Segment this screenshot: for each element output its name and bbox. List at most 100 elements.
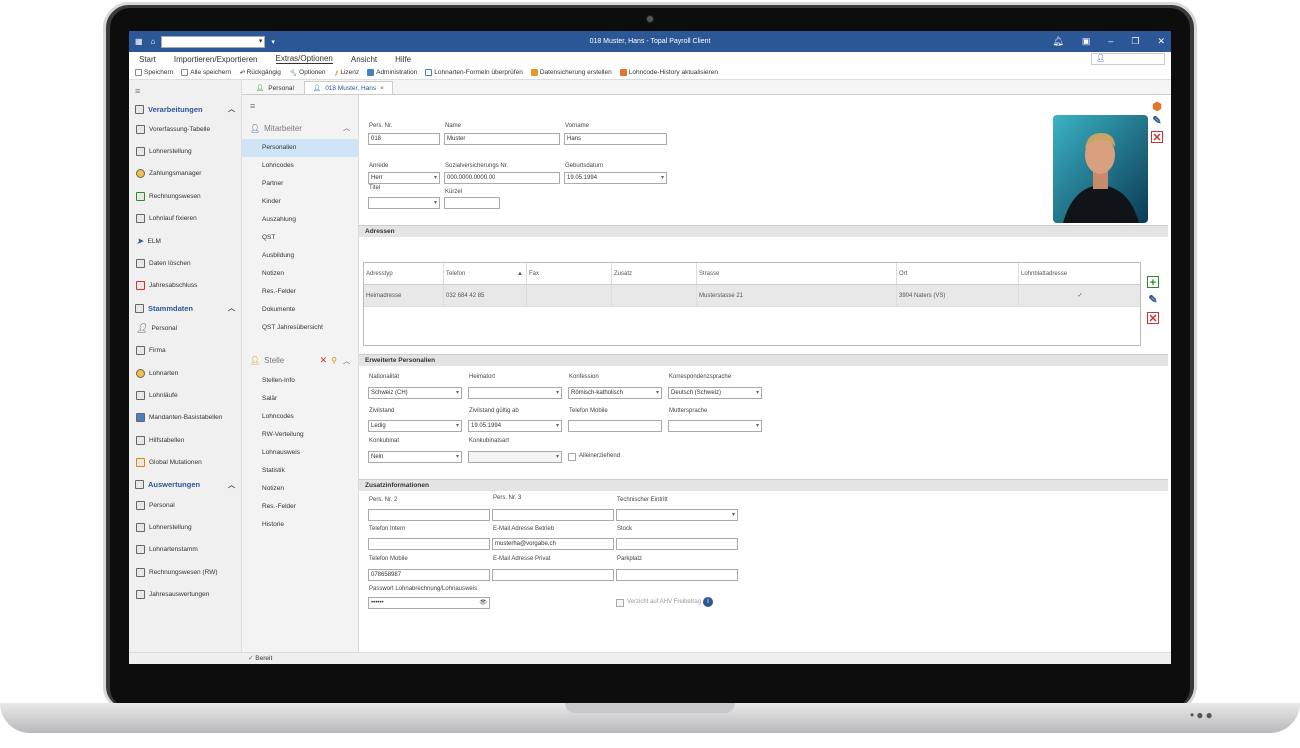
zivilstand-select[interactable]: Ledig <box>368 420 462 432</box>
nav-menu-icon[interactable]: ≡ <box>129 84 241 98</box>
nav-group-verarbeitungen[interactable]: Verarbeitungen ︿ <box>129 98 241 118</box>
nav-item-rechnungswesen[interactable]: Rechnungswesen <box>129 185 241 207</box>
lohncode-history-button[interactable]: Lohncode-History aktualisieren <box>619 69 718 76</box>
nav-item-report-lohnartenstamm[interactable]: Lohnartenstamm <box>129 539 241 561</box>
kuerzel-field[interactable] <box>444 197 500 209</box>
menu-ansicht[interactable]: Ansicht <box>351 55 377 64</box>
administration-button[interactable]: Administration <box>367 69 417 76</box>
group-mitarbeiter[interactable]: 👤︎ Mitarbeiter ︿ <box>242 113 358 139</box>
sub-item-qst[interactable]: QST <box>242 229 358 247</box>
sub-item-stelle-res-felder[interactable]: Res.-Felder <box>242 498 358 516</box>
menu-start[interactable]: Start <box>139 55 156 64</box>
anrede-select[interactable]: Herr <box>368 172 440 184</box>
nav-item-firma[interactable]: Firma <box>129 340 241 362</box>
pers-nr-field[interactable]: 018 <box>368 133 440 145</box>
nav-group-stammdaten[interactable]: Stammdaten ︿ <box>129 297 241 317</box>
sub-item-historie[interactable]: Historie <box>242 516 358 534</box>
photo-camera-icon[interactable]: ⬢ <box>1151 101 1163 113</box>
eye-icon[interactable]: 👁︎ <box>479 598 487 608</box>
email-betrieb-field[interactable]: musterha@vorgabe.ch <box>492 538 614 550</box>
menu-import-export[interactable]: Importieren/Exportieren <box>174 55 258 64</box>
edit-address-icon[interactable]: ✎ <box>1147 294 1159 306</box>
vorname-field[interactable]: Hans <box>564 133 667 145</box>
parkplatz-field[interactable] <box>616 569 738 581</box>
nav-item-lohnlaeufe[interactable]: Lohnläufe <box>129 384 241 406</box>
save-button[interactable]: Speichern <box>135 69 173 76</box>
maximize-icon[interactable]: ❐ <box>1131 36 1139 47</box>
nav-item-personal[interactable]: 👤︎ Personal <box>129 317 241 339</box>
mobile-field[interactable]: 078658987 <box>368 569 490 581</box>
konfession-select[interactable]: Römisch-katholisch <box>568 387 662 399</box>
nav-group-auswertungen[interactable]: Auswertungen ︿ <box>129 474 241 494</box>
sub-item-lohnausweis[interactable]: Lohnausweis <box>242 444 358 462</box>
nav-item-jahresabschluss[interactable]: Jahresabschluss <box>129 275 241 297</box>
col-fax[interactable]: Fax <box>527 263 612 284</box>
sv-field[interactable]: 000.0000.0000.00 <box>444 172 560 184</box>
nav-item-global-mutationen[interactable]: Global Mutationen <box>129 451 241 473</box>
konkubinatsart-select[interactable] <box>468 451 562 463</box>
sub-item-notizen[interactable]: Notizen <box>242 265 358 283</box>
zivilstand-ab-field[interactable]: 19.05.1994 <box>468 420 562 432</box>
nav-item-lohnlauf-fixieren[interactable]: Lohnlauf fixieren <box>129 208 241 230</box>
sub-item-kinder[interactable]: Kinder <box>242 193 358 211</box>
minimize-icon[interactable]: – <box>1108 36 1113 47</box>
pers-nr-3-field[interactable] <box>492 509 614 521</box>
technischer-eintritt-field[interactable] <box>616 509 738 521</box>
cell-lohnblattadresse-checkbox[interactable]: ✓ <box>1019 285 1139 306</box>
nav-item-report-lohnerstellung[interactable]: Lohnerstellung <box>129 516 241 538</box>
col-strasse[interactable]: Strasse <box>697 263 897 284</box>
backup-button[interactable]: Datensicherung erstellen <box>530 69 612 76</box>
password-field[interactable]: •••••• 👁︎ <box>368 597 490 609</box>
sub-item-stellen-info[interactable]: Stellen-Info <box>242 372 358 390</box>
nav-item-report-personal[interactable]: Personal <box>129 494 241 516</box>
nav-item-report-rechnungswesen[interactable]: Rechnungswesen (RW) <box>129 561 241 583</box>
options-button[interactable]: 🔧︎ Optionen <box>289 69 326 77</box>
undo-button[interactable]: ↶ Rückgängig <box>239 69 281 77</box>
home-icon[interactable]: ⌂ <box>151 37 156 46</box>
group-stelle[interactable]: 👤︎ Stelle ✕ ⚲ ︿ <box>242 337 358 372</box>
sub-item-auszahlung[interactable]: Auszahlung <box>242 211 358 229</box>
email-privat-field[interactable] <box>492 569 614 581</box>
close-icon[interactable]: ✕ <box>1157 36 1165 47</box>
tab-employee[interactable]: 👤︎ 018 Muster, Hans × <box>303 81 393 94</box>
nationalitaet-select[interactable]: Schweiz (CH) <box>368 387 462 399</box>
ahv-checkbox[interactable] <box>616 599 624 607</box>
info-icon[interactable]: i <box>703 597 713 607</box>
delete-address-icon[interactable]: ✕ <box>1147 312 1159 325</box>
muttersprache-select[interactable] <box>668 420 762 432</box>
sub-menu-icon[interactable]: ≡ <box>242 99 358 113</box>
nav-item-report-jahresauswertungen[interactable]: Jahresauswertungen <box>129 583 241 605</box>
save-all-button[interactable]: Alle speichern <box>181 69 231 76</box>
sub-item-res-felder[interactable]: Res.-Felder <box>242 283 358 301</box>
titel-select[interactable] <box>368 197 440 209</box>
sub-item-ausbildung[interactable]: Ausbildung <box>242 247 358 265</box>
col-adresstyp[interactable]: Adresstyp <box>364 263 444 284</box>
add-address-icon[interactable]: + <box>1147 276 1159 289</box>
sub-item-lohncodes[interactable]: Lohncodes <box>242 157 358 175</box>
sub-item-stelle-notizen[interactable]: Notizen <box>242 480 358 498</box>
delete-photo-icon[interactable]: ✕ <box>1151 131 1163 144</box>
sub-item-rw-verteilung[interactable]: RW-Verteilung <box>242 426 358 444</box>
panel-icon[interactable]: ▣ <box>1082 36 1091 47</box>
user-selector[interactable]: 👤︎ <box>1091 53 1165 65</box>
telefon-mobile-field[interactable] <box>568 420 662 432</box>
nav-item-mandanten[interactable]: Mandanten-Basistabellen <box>129 407 241 429</box>
table-row[interactable]: Heimadresse 032 684 42 85 Musterstasse 2… <box>364 285 1140 307</box>
sub-item-qst-jahresuebersicht[interactable]: QST Jahresübersicht <box>242 319 358 337</box>
nav-item-vorerfassung[interactable]: Vorerfassung-Tabelle <box>129 118 241 140</box>
remove-stelle-icon[interactable]: ✕ <box>320 355 328 366</box>
stock-field[interactable] <box>616 538 738 550</box>
col-zusatz[interactable]: Zusatz <box>612 263 697 284</box>
quick-search-combo[interactable] <box>161 35 266 48</box>
nav-item-zahlungsmanager[interactable]: Zahlungsmanager <box>129 163 241 185</box>
telefon-intern-field[interactable] <box>368 538 490 550</box>
heimatort-select[interactable] <box>468 387 562 399</box>
korrespondenzsprache-select[interactable]: Deutsch (Schweiz) <box>668 387 762 399</box>
sub-item-salaer[interactable]: Salär <box>242 390 358 408</box>
sub-item-statistik[interactable]: Statistik <box>242 462 358 480</box>
sub-item-dokumente[interactable]: Dokumente <box>242 301 358 319</box>
nav-item-lohnerstellung[interactable]: Lohnerstellung <box>129 140 241 162</box>
edit-photo-icon[interactable]: ✎ <box>1151 115 1163 127</box>
sub-item-personalien[interactable]: Personalien <box>242 139 358 157</box>
menu-extras[interactable]: Extras/Optionen <box>275 54 333 64</box>
